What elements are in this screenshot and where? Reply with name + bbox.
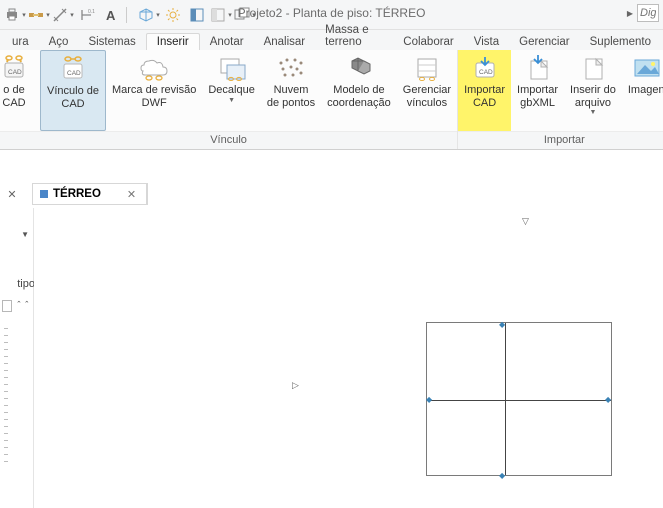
panel-toggle-icon[interactable] — [186, 4, 208, 26]
tab-vista[interactable]: Vista — [464, 34, 509, 50]
view-tab-terreo[interactable]: TÉRREO ✕ — [33, 184, 147, 204]
ribbon-partial-left[interactable]: CAD o de CAD — [0, 50, 40, 131]
palette-field[interactable] — [2, 300, 12, 312]
sun-icon[interactable] — [162, 4, 184, 26]
tab-inserir[interactable]: Inserir — [146, 33, 200, 50]
chevron-down-icon: ▼ — [589, 109, 596, 117]
image-icon — [629, 54, 663, 82]
tab-sistemas[interactable]: Sistemas — [78, 34, 145, 50]
svg-text:CAD: CAD — [479, 69, 493, 76]
tab-analisar[interactable]: Analisar — [254, 34, 316, 50]
decalque-label: Decalque — [208, 84, 254, 97]
manage-links-icon — [410, 54, 444, 82]
svg-text:CAD: CAD — [67, 70, 81, 77]
grid-box — [426, 322, 612, 476]
importar-cad-button[interactable]: CAD Importar CAD — [458, 50, 511, 131]
gerenciar-label: Gerenciar vínculos — [403, 84, 451, 109]
grid-line-v — [505, 323, 506, 475]
modelo-label: Modelo de coordenação — [327, 84, 391, 109]
canvas-cursor-icon: ▷ — [292, 380, 299, 391]
modelo-coordenacao-button[interactable]: Modelo de coordenação — [321, 50, 397, 131]
imagem-label: Imagen — [628, 84, 663, 97]
marca-revisao-button[interactable]: Marca de revisão DWF — [106, 50, 202, 131]
point-cloud-icon — [274, 54, 308, 82]
link-cad-icon: CAD — [0, 54, 31, 82]
separator — [126, 7, 136, 23]
coord-model-icon — [342, 54, 376, 82]
importar-gbxml-label: Importar gbXML — [517, 84, 558, 109]
text-icon[interactable]: A — [100, 4, 122, 26]
importar-gbxml-button[interactable]: Importar gbXML — [511, 50, 564, 131]
tab-suplemento[interactable]: Suplemento — [580, 34, 661, 50]
grip-north-icon[interactable]: ◆ — [499, 320, 505, 329]
search-input[interactable] — [637, 4, 659, 22]
import-cad-icon: CAD — [468, 54, 502, 82]
search-chevron-icon: ▶ — [627, 9, 633, 18]
imagem-button[interactable]: Imagen — [622, 50, 663, 131]
window-icon[interactable] — [234, 4, 256, 26]
svg-text:0.1: 0.1 — [88, 9, 95, 15]
tab-colaborar[interactable]: Colaborar — [393, 34, 464, 50]
vinculo-cad-label: Vínculo de CAD — [47, 85, 99, 110]
palette-dropdown-button[interactable]: ▼ — [21, 230, 29, 239]
grid-line-h — [427, 400, 611, 401]
grip-south-icon[interactable]: ◆ — [499, 471, 505, 480]
vinculo-cad-button[interactable]: CAD Vínculo de CAD — [40, 50, 106, 131]
inserir-arquivo-button[interactable]: Inserir do arquivo ▼ — [564, 50, 622, 131]
grip-east-icon[interactable]: ◆ — [605, 395, 611, 404]
view-tab-label: TÉRREO — [53, 188, 101, 200]
chevron-down-icon: ▼ — [228, 97, 235, 105]
collapse-down-icon[interactable]: ⌃ — [24, 300, 30, 308]
link-cad-icon: CAD — [56, 55, 90, 83]
import-gbxml-icon — [521, 54, 555, 82]
insert-file-icon — [576, 54, 610, 82]
palette-scale — [4, 328, 8, 502]
group-importar-label: Importar — [458, 131, 663, 149]
canvas-marker-icon: ▽ — [522, 216, 529, 227]
nuvem-pontos-label: Nuvem de pontos — [267, 84, 315, 109]
view-3d-icon[interactable] — [138, 4, 160, 26]
measure-icon[interactable] — [52, 4, 74, 26]
join-icon[interactable] — [28, 4, 50, 26]
decalque-button[interactable]: Decalque ▼ — [202, 50, 260, 131]
dimension-icon[interactable]: 0.1 — [76, 4, 98, 26]
marca-revisao-label: Marca de revisão DWF — [112, 84, 196, 109]
view-tab-close-button[interactable]: ✕ — [127, 188, 136, 201]
tab-massa[interactable]: Massa e terreno — [315, 22, 393, 50]
collapse-up-icon[interactable]: ⌃ — [16, 300, 22, 308]
drawing-canvas[interactable]: ▽ ▷ ◆ ◆ ◆ ◆ — [34, 208, 663, 508]
svg-text:A: A — [106, 8, 116, 23]
importar-cad-label: Importar CAD — [464, 84, 505, 109]
print-icon[interactable] — [4, 4, 26, 26]
tab-estrutura[interactable]: ura — [2, 34, 39, 50]
nuvem-pontos-button[interactable]: Nuvem de pontos — [261, 50, 321, 131]
dim-panel-icon[interactable] — [210, 4, 232, 26]
cloud-markup-icon — [137, 54, 171, 82]
decal-icon — [215, 54, 249, 82]
inserir-arquivo-label: Inserir do arquivo — [570, 84, 616, 109]
grip-west-icon[interactable]: ◆ — [426, 395, 432, 404]
palette-type-label: tipo — [17, 278, 35, 290]
ribbon-partial-left-label: o de CAD — [2, 84, 25, 109]
gerenciar-vinculos-button[interactable]: Gerenciar vínculos — [397, 50, 457, 131]
group-vinculo-label: Vínculo — [0, 131, 457, 149]
view-tab-icon — [39, 189, 49, 199]
svg-text:CAD: CAD — [8, 69, 22, 76]
properties-palette: ▼ tipo ⌃ ⌃ — [0, 208, 34, 508]
tab-gerenciar[interactable]: Gerenciar — [509, 34, 580, 50]
tab-anotar[interactable]: Anotar — [200, 34, 254, 50]
tab-aco[interactable]: Aço — [39, 34, 79, 50]
close-panel-button[interactable]: ✕ — [0, 183, 24, 205]
